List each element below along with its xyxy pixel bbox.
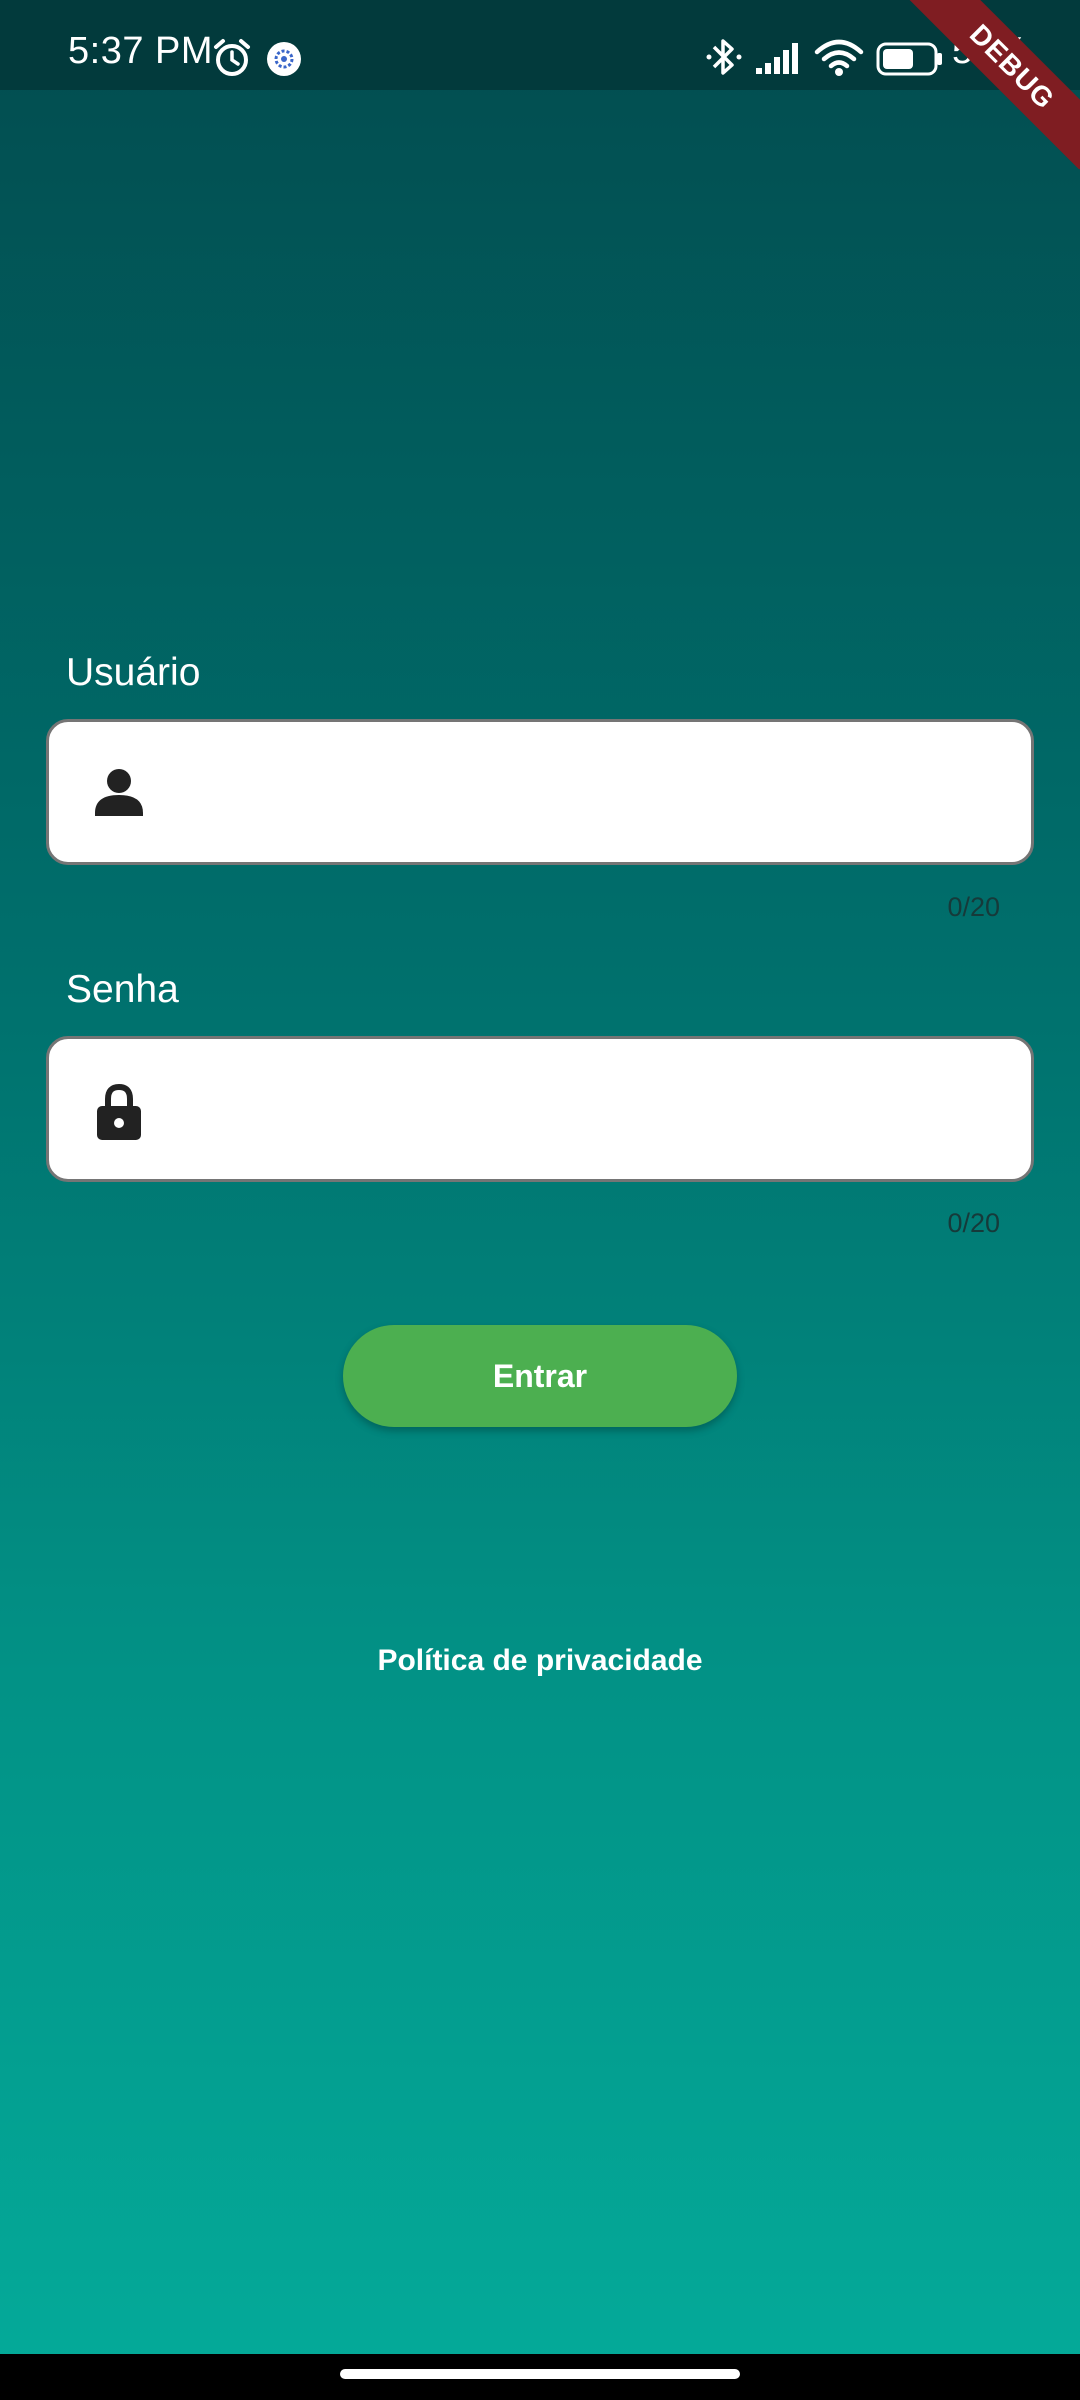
battery-icon [876, 42, 942, 76]
signal-icon [756, 43, 798, 74]
password-counter: 0/20 [947, 1208, 1000, 1238]
password-field[interactable] [46, 1036, 1034, 1182]
person-icon [95, 769, 143, 816]
lock-icon [97, 1083, 141, 1140]
username-field[interactable] [46, 719, 1034, 865]
navigation-bar [0, 2354, 1080, 2400]
login-button[interactable]: Entrar [343, 1325, 737, 1427]
login-screen: 5:37 PM DEBUG Usuário 0/20 Senha 0/20 En… [0, 0, 1080, 2400]
alarm-icon [214, 39, 250, 76]
password-input[interactable] [179, 1039, 1003, 1181]
username-counter: 0/20 [947, 892, 1000, 922]
status-bar: 5:37 PM [0, 0, 1080, 90]
privacy-policy-link[interactable]: Política de privacidade [0, 1644, 1080, 1678]
username-input[interactable] [179, 722, 1003, 864]
password-label: Senha [66, 968, 179, 1011]
bluetooth-icon [706, 39, 742, 75]
status-time: 5:37 PM [68, 30, 214, 72]
settings-app-icon [267, 42, 301, 76]
username-label: Usuário [66, 651, 201, 694]
wifi-icon [814, 39, 864, 76]
home-gesture-handle[interactable] [340, 2369, 740, 2379]
